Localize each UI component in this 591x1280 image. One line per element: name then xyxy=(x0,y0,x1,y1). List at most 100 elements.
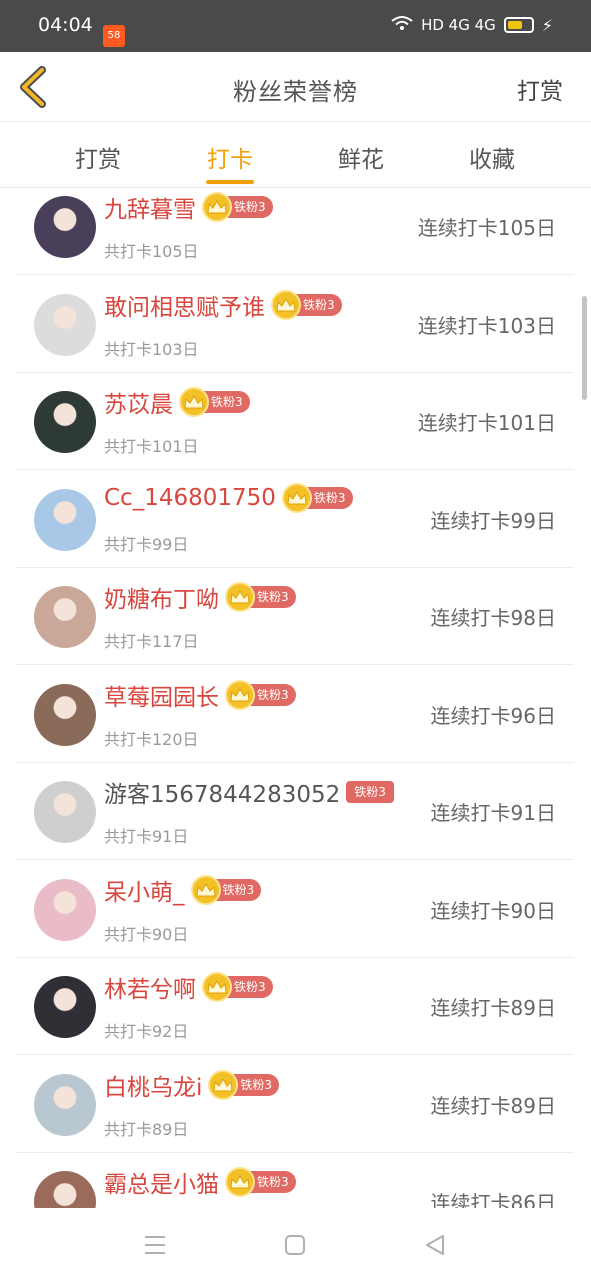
crown-icon xyxy=(225,1167,255,1197)
fan-name[interactable]: 苏苡晨 xyxy=(104,385,173,419)
fan-level-badge: 铁粉3 xyxy=(202,192,273,222)
menu-icon xyxy=(145,1236,165,1254)
app-notification-icon: 58 xyxy=(103,25,125,47)
fan-level-badge: 铁粉3 xyxy=(190,874,262,905)
total-checkin: 共打卡117日 xyxy=(104,632,199,651)
fan-name[interactable]: 九辞暮雪 xyxy=(104,190,196,224)
tip-button[interactable]: 打赏 xyxy=(517,72,563,106)
fan-name[interactable]: 霸总是小猫 xyxy=(104,1165,219,1199)
crown-icon xyxy=(225,582,255,612)
tab-flowers[interactable]: 鲜花 xyxy=(321,140,401,174)
name-line: 霸总是小猫 铁粉3 xyxy=(104,1165,296,1199)
checkin-streak: 连续打卡101日 xyxy=(417,411,556,435)
system-nav-bar xyxy=(0,1208,591,1280)
avatar[interactable] xyxy=(34,878,96,941)
total-checkin: 共打卡89日 xyxy=(104,1119,189,1139)
avatar[interactable] xyxy=(34,488,96,551)
network-label: HD 4G 4G xyxy=(421,16,496,34)
checkin-streak: 连续打卡89日 xyxy=(430,1093,556,1118)
avatar[interactable] xyxy=(34,781,96,843)
page-title: 粉丝荣誉榜 xyxy=(233,78,358,106)
home-button[interactable] xyxy=(280,1230,310,1260)
avatar[interactable] xyxy=(34,293,96,356)
avatar[interactable] xyxy=(34,976,96,1038)
scrollbar[interactable] xyxy=(582,296,587,400)
name-line: 苏苡晨 铁粉3 xyxy=(104,385,250,419)
name-line: 奶糖布丁呦 铁粉3 xyxy=(104,580,296,614)
fan-level-badge: 铁粉3 xyxy=(179,387,250,417)
crown-icon xyxy=(190,874,221,905)
total-checkin: 共打卡105日 xyxy=(104,242,199,261)
list-item[interactable]: 敢问相思赋予谁 铁粉3 共打卡103日 连续打卡103日 xyxy=(16,276,574,373)
total-checkin: 共打卡103日 xyxy=(104,339,199,359)
battery-icon xyxy=(503,17,534,33)
tab-checkin[interactable]: 打卡 xyxy=(190,140,270,174)
menu-button[interactable] xyxy=(140,1230,170,1260)
home-icon xyxy=(285,1235,305,1255)
avatar[interactable] xyxy=(34,1171,96,1208)
back-nav-button[interactable] xyxy=(420,1230,450,1260)
checkin-streak: 连续打卡99日 xyxy=(430,508,556,533)
fan-name[interactable]: 游客1567844283052 xyxy=(104,775,340,809)
active-tab-indicator xyxy=(206,180,254,184)
list-item[interactable]: 白桃乌龙i 铁粉3 共打卡89日 连续打卡89日 xyxy=(16,1056,574,1153)
crown-icon xyxy=(271,289,301,320)
fan-name[interactable]: Cc_146801750 xyxy=(104,485,276,511)
fan-name[interactable]: 草莓园园长 xyxy=(104,678,219,712)
wifi-icon xyxy=(391,15,413,35)
checkin-streak: 连续打卡96日 xyxy=(430,703,556,728)
fan-name[interactable]: 敢问相思赋予谁 xyxy=(104,288,265,322)
checkin-streak: 连续打卡86日 xyxy=(430,1191,556,1208)
list-item[interactable]: 霸总是小猫 铁粉3 连续打卡86日 xyxy=(16,1153,574,1208)
crown-icon xyxy=(179,387,209,417)
total-checkin: 共打卡99日 xyxy=(104,534,189,554)
list-item[interactable]: 游客1567844283052 铁粉3 共打卡91日 连续打卡91日 xyxy=(16,763,574,860)
name-line: 敢问相思赋予谁 铁粉3 xyxy=(104,288,342,322)
list-item[interactable]: 林若兮啊 铁粉3 共打卡92日 连续打卡89日 xyxy=(16,958,574,1055)
fan-name[interactable]: 呆小萌_ xyxy=(104,873,185,907)
name-line: 林若兮啊 铁粉3 xyxy=(104,970,273,1004)
list-item[interactable]: 奶糖布丁呦 铁粉3 共打卡117日 连续打卡98日 xyxy=(16,568,574,665)
checkin-streak: 连续打卡90日 xyxy=(430,898,556,923)
checkin-streak: 连续打卡89日 xyxy=(430,996,556,1020)
status-indicators: HD 4G 4G ⚡ xyxy=(391,15,553,35)
fan-level-label: 铁粉3 xyxy=(346,781,394,803)
back-triangle-icon xyxy=(426,1235,444,1255)
avatar[interactable] xyxy=(34,586,96,648)
list-item[interactable]: 苏苡晨 铁粉3 共打卡101日 连续打卡101日 xyxy=(16,373,574,470)
avatar[interactable] xyxy=(34,683,96,746)
fan-name[interactable]: 林若兮啊 xyxy=(104,970,196,1004)
status-bar: 04:04 58 HD 4G 4G ⚡ xyxy=(0,0,591,52)
crown-icon xyxy=(202,972,232,1002)
avatar[interactable] xyxy=(34,1073,96,1136)
fan-name[interactable]: 奶糖布丁呦 xyxy=(104,580,219,614)
fan-list[interactable]: 九辞暮雪 铁粉3 共打卡105日 连续打卡105日 敢问相思赋予谁 铁粉3 共打卡103日连… xyxy=(0,188,591,1208)
fan-level-badge: 铁粉3 xyxy=(281,482,353,513)
fan-level-badge: 铁粉3 xyxy=(271,289,342,320)
total-checkin: 共打卡91日 xyxy=(104,827,189,846)
fan-level-badge: 铁粉3 xyxy=(208,1069,280,1100)
total-checkin: 共打卡101日 xyxy=(104,437,199,456)
avatar[interactable] xyxy=(34,196,96,258)
tab-tip[interactable]: 打赏 xyxy=(58,140,138,174)
total-checkin: 共打卡120日 xyxy=(104,729,199,749)
checkin-streak: 连续打卡98日 xyxy=(430,606,556,630)
crown-icon xyxy=(202,192,232,222)
charging-icon: ⚡ xyxy=(541,15,553,35)
name-line: Cc_146801750 铁粉3 xyxy=(104,482,353,513)
list-item[interactable]: Cc_146801750 铁粉3 共打卡99日 连续打卡99日 xyxy=(16,471,574,568)
avatar[interactable] xyxy=(34,391,96,453)
list-item[interactable]: 九辞暮雪 铁粉3 共打卡105日 连续打卡105日 xyxy=(16,188,574,275)
name-line: 游客1567844283052 铁粉3 xyxy=(104,775,394,809)
name-line: 呆小萌_ 铁粉3 xyxy=(104,873,262,907)
list-item[interactable]: 呆小萌_ 铁粉3 共打卡90日 连续打卡90日 xyxy=(16,861,574,958)
crown-icon xyxy=(225,679,255,710)
fan-name[interactable]: 白桃乌龙i xyxy=(104,1068,202,1102)
status-time: 04:04 xyxy=(38,14,93,36)
name-line: 九辞暮雪 铁粉3 xyxy=(104,190,273,224)
tab-favorites[interactable]: 收藏 xyxy=(452,140,532,174)
fan-level-badge: 铁粉3 xyxy=(202,972,273,1002)
crown-icon xyxy=(208,1069,239,1100)
nav-bar: 粉丝荣誉榜 打赏 xyxy=(0,52,591,122)
list-item[interactable]: 草莓园园长 铁粉3 共打卡120日 连续打卡96日 xyxy=(16,666,574,763)
